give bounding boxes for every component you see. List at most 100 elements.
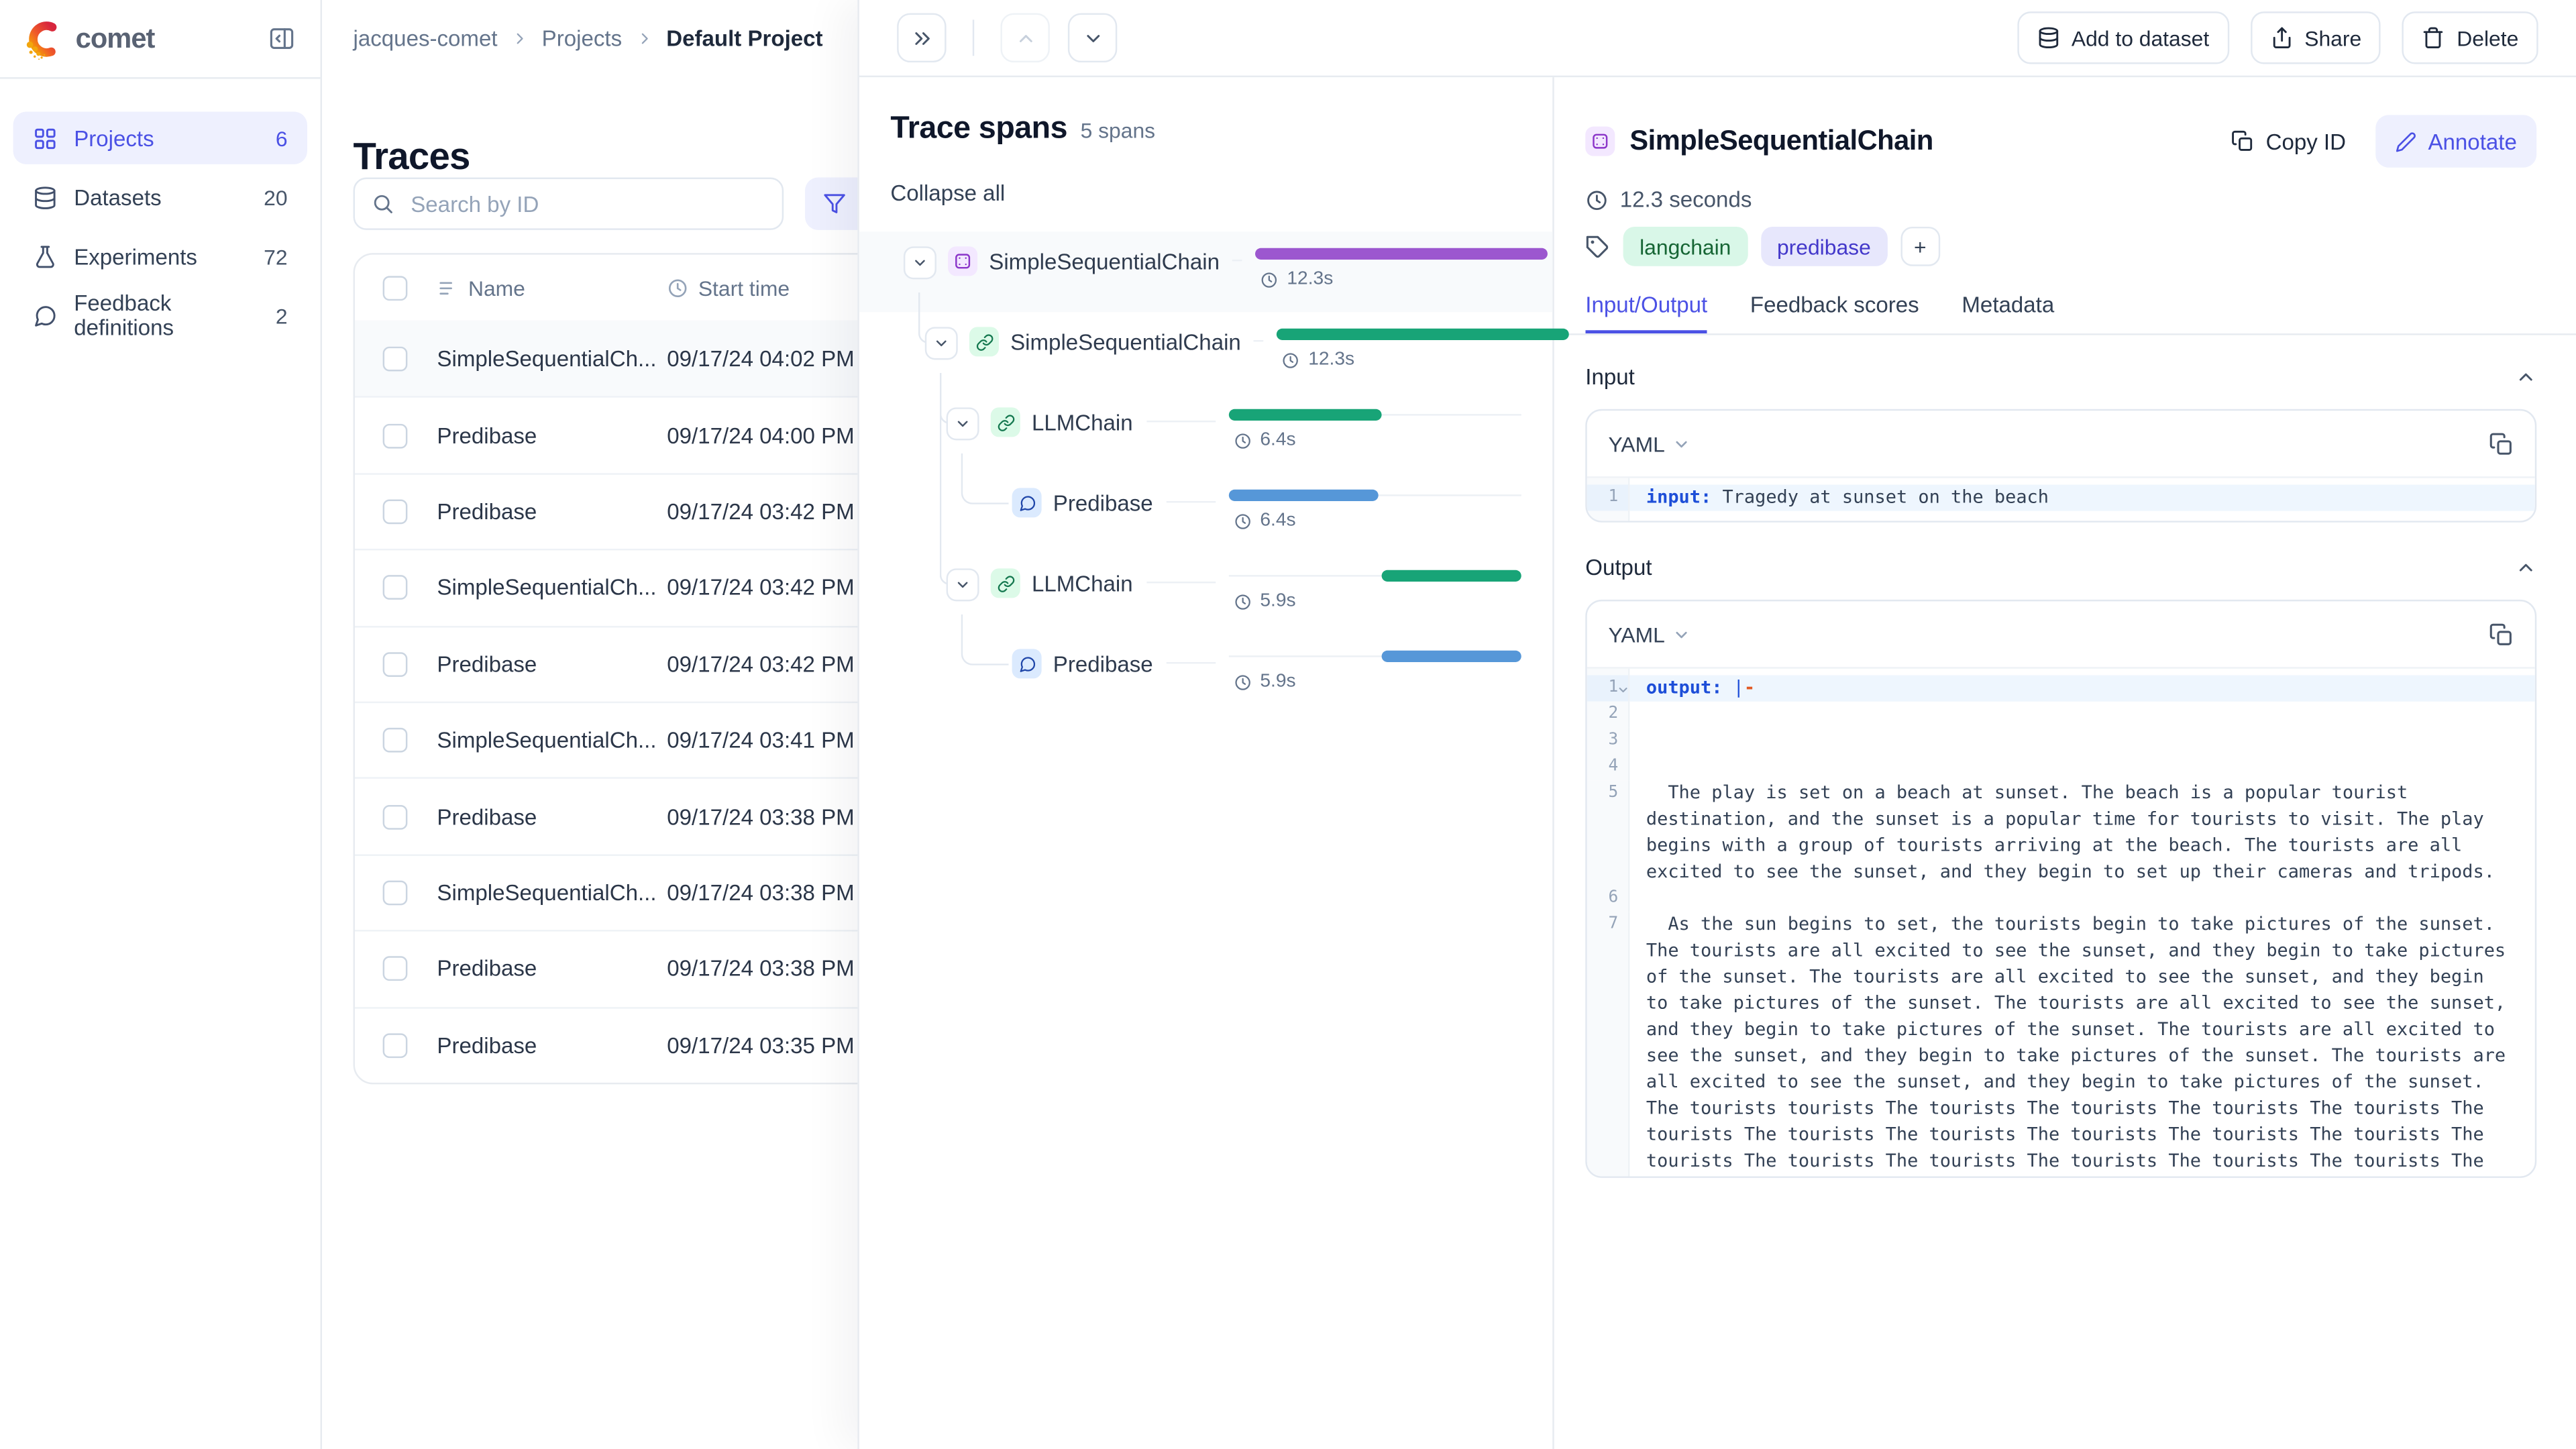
- row-checkbox[interactable]: [383, 728, 408, 753]
- collapse-all-link[interactable]: Collapse all: [890, 180, 1005, 205]
- delete-button[interactable]: Delete: [2402, 11, 2538, 64]
- tab-metadata[interactable]: Metadata: [1962, 292, 2054, 333]
- clock-icon: [1234, 431, 1252, 449]
- trace-name-cell: SimpleSequentialCh...: [437, 576, 667, 600]
- add-tag-button[interactable]: +: [1900, 227, 1940, 266]
- span-row-simplesequentialchain[interactable]: SimpleSequentialChain12.3s: [859, 312, 1552, 392]
- clock-icon: [1234, 512, 1252, 530]
- leader-line: [1254, 340, 1264, 341]
- row-checkbox[interactable]: [383, 804, 408, 829]
- breadcrumb-item-jacques-comet[interactable]: jacques-comet: [354, 26, 498, 51]
- output-section: Output YAML: [1585, 555, 2536, 1178]
- sidebar-nav: Projects 6 Datasets20 Experiments72 Feedback…: [0, 79, 321, 375]
- text-column-icon: [437, 277, 458, 299]
- line-number: 1: [1587, 676, 1630, 702]
- logo-wordmark: comet: [76, 22, 155, 55]
- sidebar-collapse-icon[interactable]: [268, 25, 296, 53]
- line-number: 6: [1587, 885, 1630, 912]
- column-header-start-time[interactable]: Start time: [667, 275, 790, 300]
- trace-name-cell: Predibase: [437, 957, 667, 981]
- span-chevron-icon[interactable]: [904, 246, 936, 279]
- clock-icon: [1260, 270, 1279, 288]
- span-chevron-icon[interactable]: [925, 327, 958, 360]
- trace-name-cell: SimpleSequentialCh...: [437, 346, 667, 371]
- select-all-checkbox[interactable]: [383, 275, 408, 300]
- overlay-toolbar: Add to dataset Share Delete: [859, 0, 2576, 77]
- next-trace-button[interactable]: [1068, 13, 1117, 62]
- row-checkbox[interactable]: [383, 957, 408, 981]
- trace-start-time-cell: 09/17/24 04:00 PM: [667, 423, 854, 448]
- collapse-input-icon[interactable]: [2515, 366, 2536, 388]
- trace-start-time-cell: 09/17/24 03:42 PM: [667, 652, 854, 677]
- output-format-select[interactable]: YAML: [1609, 622, 1692, 647]
- sidebar-item-label: Projects: [74, 125, 154, 150]
- row-checkbox[interactable]: [383, 576, 408, 600]
- sidebar-item-experiments[interactable]: Experiments72: [13, 230, 307, 282]
- clock-icon: [1234, 673, 1252, 691]
- copy-output-icon[interactable]: [2489, 622, 2514, 647]
- span-row-simplesequentialchain[interactable]: SimpleSequentialChain12.3s: [859, 231, 1552, 312]
- tag-chip-langchain[interactable]: langchain: [1623, 227, 1748, 266]
- span-label: LLMChain: [1032, 411, 1133, 435]
- previous-trace-button[interactable]: [1000, 13, 1049, 62]
- sidebar-item-count: 72: [264, 244, 287, 269]
- row-checkbox[interactable]: [383, 652, 408, 677]
- breadcrumb-item-projects[interactable]: Projects: [542, 26, 622, 51]
- output-code-area[interactable]: 1output: |-2345 The play is set on a bea…: [1587, 669, 2535, 1177]
- input-format-select[interactable]: YAML: [1609, 431, 1692, 456]
- tab-feedback-scores[interactable]: Feedback scores: [1750, 292, 1919, 333]
- search-input[interactable]: [407, 190, 765, 218]
- line-number: 1: [1587, 484, 1630, 511]
- collapse-output-icon[interactable]: [2515, 557, 2536, 578]
- sidebar-item-projects[interactable]: Projects 6: [13, 112, 307, 164]
- trace-name-cell: SimpleSequentialCh...: [437, 880, 667, 905]
- tag-chip-predibase[interactable]: predibase: [1760, 227, 1887, 266]
- line-number: 7: [1587, 912, 1630, 1176]
- span-bar: [1256, 248, 1548, 260]
- sidebar-item-count: 6: [276, 125, 288, 150]
- span-timeline: 6.4s: [1229, 392, 1521, 473]
- span-duration: 12.3s: [1282, 350, 1354, 370]
- span-chevron-icon[interactable]: [947, 568, 979, 601]
- span-timeline: 12.3s: [1277, 312, 1570, 392]
- trace-spans-panel: Trace spans 5 spans Collapse all SimpleS…: [859, 77, 1552, 1449]
- code-pad: [1629, 478, 2534, 485]
- trace-start-time-cell: 09/17/24 03:35 PM: [667, 1033, 854, 1058]
- row-checkbox[interactable]: [383, 880, 408, 905]
- span-label: Predibase: [1053, 491, 1153, 516]
- tab-input-output[interactable]: Input/Output: [1585, 292, 1707, 333]
- db-icon: [33, 185, 58, 210]
- leader-line: [1166, 501, 1216, 502]
- clock-icon: [667, 277, 688, 299]
- row-checkbox[interactable]: [383, 499, 408, 524]
- row-checkbox[interactable]: [383, 423, 408, 448]
- span-label: LLMChain: [1032, 572, 1133, 596]
- link-icon: [969, 327, 999, 356]
- span-duration-label: 12.3s: [1287, 270, 1333, 289]
- link-icon: [991, 568, 1020, 598]
- column-header-name[interactable]: Name: [437, 275, 667, 300]
- chevron-down-icon: [1673, 435, 1691, 453]
- trace-name-cell: Predibase: [437, 1033, 667, 1058]
- fold-chevron-icon[interactable]: [1617, 684, 1630, 697]
- sidebar-item-feedback-definitions[interactable]: Feedback definitions2: [13, 289, 307, 341]
- sidebar-item-datasets[interactable]: Datasets20: [13, 171, 307, 223]
- copy-input-icon[interactable]: [2489, 431, 2514, 456]
- leader-line: [1146, 421, 1216, 422]
- span-label: Predibase: [1053, 652, 1153, 677]
- copy-id-button[interactable]: Copy ID: [2231, 129, 2346, 154]
- line-content: [1629, 754, 2534, 780]
- input-code-area[interactable]: 1input: Tragedy at sunset on the beach: [1587, 478, 2535, 521]
- gutter-pad: [1587, 669, 1630, 676]
- span-chevron-icon[interactable]: [947, 407, 979, 440]
- line-content: [1629, 885, 2534, 912]
- span-timeline: 5.9s: [1229, 553, 1521, 634]
- expand-panel-button[interactable]: [897, 13, 946, 62]
- share-button[interactable]: Share: [2250, 11, 2381, 64]
- add-to-dataset-button[interactable]: Add to dataset: [2017, 11, 2229, 64]
- tag-icon: [1585, 234, 1610, 259]
- row-checkbox[interactable]: [383, 1033, 408, 1058]
- sidebar-item-count: 20: [264, 185, 287, 210]
- annotate-button[interactable]: Annotate: [2375, 115, 2536, 167]
- row-checkbox[interactable]: [383, 346, 408, 371]
